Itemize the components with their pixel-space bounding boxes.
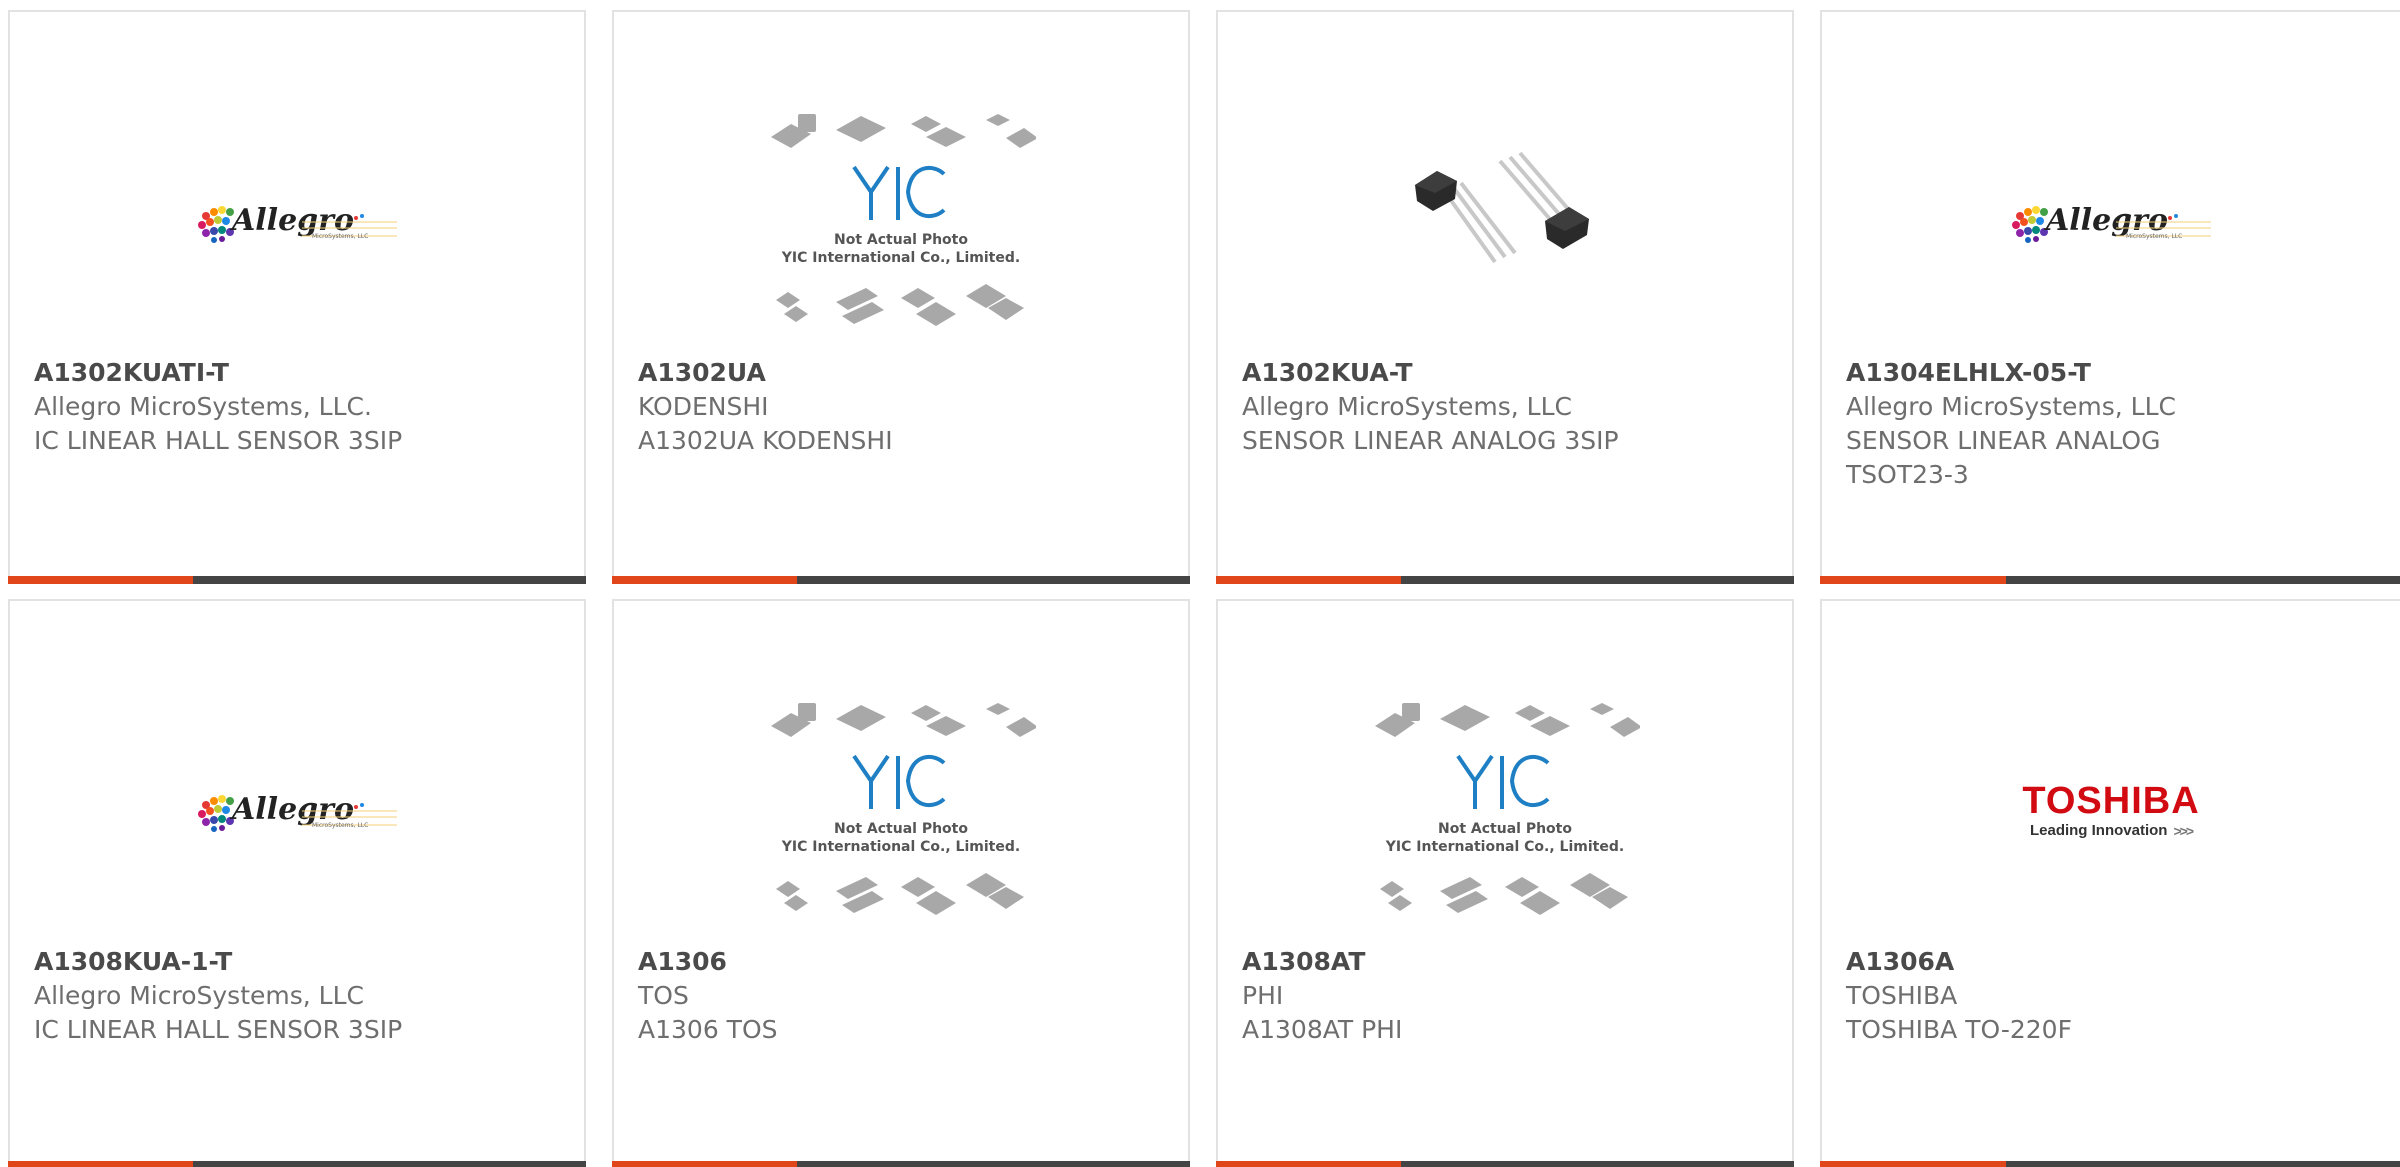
manufacturer: Allegro MicroSystems, LLC bbox=[34, 981, 364, 1010]
description: A1302UA KODENSHI bbox=[638, 426, 893, 455]
manufacturer: Allegro MicroSystems, LLC bbox=[1242, 392, 1572, 421]
svg-text:YIC International Co., Limited: YIC International Co., Limited. bbox=[1385, 839, 1624, 855]
product-info: A1302KUATI-T Allegro MicroSystems, LLC. … bbox=[34, 356, 544, 458]
product-card[interactable]: A1302KUA-T Allegro MicroSystems, LLC SEN… bbox=[1216, 10, 1794, 584]
part-number[interactable]: A1302KUATI-T bbox=[34, 356, 544, 390]
chevrons-icon: >>> bbox=[2173, 823, 2193, 839]
part-number[interactable]: A1308AT bbox=[1242, 945, 1752, 979]
manufacturer: Allegro MicroSystems, LLC. bbox=[34, 392, 372, 421]
product-image: Allegro MicroSystems, LLC bbox=[1822, 82, 2400, 362]
yic-placeholder-image: Not Actual Photo YIC International Co., … bbox=[771, 114, 1036, 326]
product-info: A1306 TOS A1306 TOS bbox=[638, 945, 1148, 1047]
hall-sensor-icon bbox=[1415, 151, 1589, 264]
rainbow-dots-icon bbox=[198, 206, 234, 243]
product-image: Not Actual Photo YIC International Co., … bbox=[614, 671, 1188, 951]
chip-packages-icon bbox=[1375, 703, 1640, 737]
card-accent-bar bbox=[1216, 576, 1794, 584]
svg-text:YIC International Co., Limited: YIC International Co., Limited. bbox=[781, 839, 1020, 855]
rainbow-dots-icon bbox=[198, 795, 234, 832]
product-image: TOSHIBA Leading Innovation >>> bbox=[1822, 671, 2400, 951]
allegro-logo: Allegro MicroSystems, LLC bbox=[198, 792, 397, 832]
allegro-logo: Allegro MicroSystems, LLC bbox=[2012, 203, 2211, 243]
toshiba-tagline-text: Leading Innovation bbox=[2029, 822, 2168, 839]
product-image bbox=[1218, 82, 1792, 362]
card-accent-bar bbox=[612, 1161, 1190, 1167]
card-accent-bar bbox=[1820, 576, 2400, 584]
card-accent-bar bbox=[8, 576, 586, 584]
description: SENSOR LINEAR ANALOG TSOT23-3 bbox=[1846, 426, 2161, 489]
product-info: A1308AT PHI A1308AT PHI bbox=[1242, 945, 1752, 1047]
svg-text:Not Actual Photo: Not Actual Photo bbox=[1438, 821, 1572, 837]
yic-logo-icon bbox=[1456, 754, 1550, 809]
part-number[interactable]: A1308KUA-1-T bbox=[34, 945, 544, 979]
yic-placeholder-image: Not Actual Photo YIC International Co., … bbox=[771, 703, 1036, 915]
yic-logo-icon bbox=[852, 754, 946, 809]
card-accent-bar bbox=[1820, 1161, 2400, 1167]
sensor-photo bbox=[1415, 151, 1589, 264]
part-number[interactable]: A1304ELHLX-05-T bbox=[1846, 356, 2360, 390]
product-card[interactable]: Allegro MicroSystems, LLC A1302KUATI-T A… bbox=[8, 10, 586, 584]
product-info: A1306A TOSHIBA TOSHIBA TO-220F bbox=[1846, 945, 2360, 1047]
description: SENSOR LINEAR ANALOG 3SIP bbox=[1242, 426, 1619, 455]
product-info: A1308KUA-1-T Allegro MicroSystems, LLC I… bbox=[34, 945, 544, 1047]
product-image: Not Actual Photo YIC International Co., … bbox=[614, 82, 1188, 362]
product-card[interactable]: Not Actual Photo YIC International Co., … bbox=[612, 599, 1190, 1167]
card-accent-bar bbox=[612, 576, 1190, 584]
rainbow-dots-icon bbox=[2012, 206, 2048, 243]
product-image: Allegro MicroSystems, LLC bbox=[10, 82, 584, 362]
product-card[interactable]: Allegro MicroSystems, LLC A1308KUA-1-T A… bbox=[8, 599, 586, 1167]
card-accent-bar bbox=[8, 1161, 586, 1167]
toshiba-wordmark: TOSHIBA bbox=[2022, 780, 2200, 822]
product-card[interactable]: Allegro MicroSystems, LLC A1304ELHLX-05-… bbox=[1820, 10, 2400, 584]
manufacturer: TOSHIBA bbox=[1846, 981, 1958, 1010]
allegro-logo: Allegro MicroSystems, LLC bbox=[198, 203, 397, 243]
yic-logo-icon bbox=[852, 165, 946, 220]
description: A1306 TOS bbox=[638, 1015, 778, 1044]
product-card[interactable]: TOSHIBA Leading Innovation >>> A1306A TO… bbox=[1820, 599, 2400, 1167]
part-number[interactable]: A1302KUA-T bbox=[1242, 356, 1752, 390]
product-image: Allegro MicroSystems, LLC bbox=[10, 671, 584, 951]
svg-text:MicroSystems, LLC: MicroSystems, LLC bbox=[2126, 233, 2182, 240]
description: A1308AT PHI bbox=[1242, 1015, 1403, 1044]
yic-placeholder-image: Not Actual Photo YIC International Co., … bbox=[1375, 703, 1640, 915]
description: IC LINEAR HALL SENSOR 3SIP bbox=[34, 426, 403, 455]
product-info: A1302KUA-T Allegro MicroSystems, LLC SEN… bbox=[1242, 356, 1752, 458]
chip-packages-icon bbox=[771, 114, 1036, 148]
manufacturer: PHI bbox=[1242, 981, 1284, 1010]
svg-text:Not Actual Photo: Not Actual Photo bbox=[834, 821, 968, 837]
manufacturer: TOS bbox=[638, 981, 689, 1010]
description: IC LINEAR HALL SENSOR 3SIP bbox=[34, 1015, 403, 1044]
toshiba-logo: TOSHIBA Leading Innovation >>> bbox=[2022, 781, 2199, 841]
part-number[interactable]: A1306 bbox=[638, 945, 1148, 979]
manufacturer: Allegro MicroSystems, LLC bbox=[1846, 392, 2176, 421]
product-image: Not Actual Photo YIC International Co., … bbox=[1218, 671, 1792, 951]
svg-text:Not Actual Photo: Not Actual Photo bbox=[834, 232, 968, 248]
description: TOSHIBA TO-220F bbox=[1846, 1015, 2072, 1044]
card-accent-bar bbox=[1216, 1161, 1794, 1167]
toshiba-tagline: Leading Innovation >>> bbox=[2029, 821, 2194, 841]
product-info: A1302UA KODENSHI A1302UA KODENSHI bbox=[638, 356, 1148, 458]
svg-text:MicroSystems, LLC: MicroSystems, LLC bbox=[312, 822, 368, 829]
part-number[interactable]: A1302UA bbox=[638, 356, 1148, 390]
product-grid: Allegro MicroSystems, LLC A1302KUATI-T A… bbox=[0, 0, 2400, 1167]
product-card[interactable]: Not Actual Photo YIC International Co., … bbox=[1216, 599, 1794, 1167]
product-info: A1304ELHLX-05-T Allegro MicroSystems, LL… bbox=[1846, 356, 2360, 492]
svg-text:MicroSystems, LLC: MicroSystems, LLC bbox=[312, 233, 368, 240]
product-card[interactable]: Not Actual Photo YIC International Co., … bbox=[612, 10, 1190, 584]
manufacturer: KODENSHI bbox=[638, 392, 769, 421]
svg-text:YIC International Co., Limited: YIC International Co., Limited. bbox=[781, 250, 1020, 266]
part-number[interactable]: A1306A bbox=[1846, 945, 2360, 979]
chip-packages-icon bbox=[771, 703, 1036, 737]
